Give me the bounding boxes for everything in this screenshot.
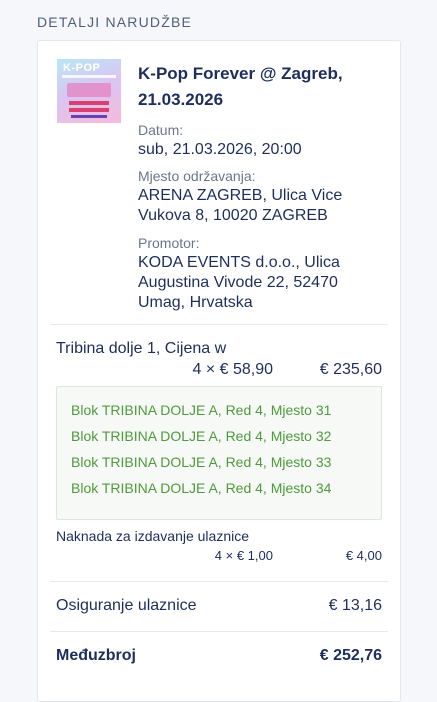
seat-item: Blok TRIBINA DOLJE A, Red 4, Mjesto 31 (71, 402, 332, 418)
event-promoter: Promotor: KODA EVENTS d.o.o., Ulica Augu… (138, 234, 378, 313)
divider (50, 324, 388, 325)
ticket-title: Tribina dolje 1, Cijena w (56, 340, 227, 357)
event-date: Datum: sub, 21.03.2026, 20:00 (138, 121, 378, 160)
fee-quantity-price: 4 × € 1,00 (214, 548, 273, 563)
seat-item: Blok TRIBINA DOLJE A, Red 4, Mjesto 32 (71, 428, 332, 444)
promoter-value: KODA EVENTS d.o.o., Ulica Augustina Vivo… (138, 254, 340, 311)
date-label: Datum: (138, 122, 184, 138)
ticket-quantity-price: 4 × € 58,90 (192, 361, 273, 378)
event-title[interactable]: K-Pop Forever @ Zagreb, 21.03.2026 (138, 61, 378, 113)
thumbnail-text: K-POP (63, 62, 101, 74)
seat-item: Blok TRIBINA DOLJE A, Red 4, Mjesto 34 (71, 480, 332, 496)
date-value: sub, 21.03.2026, 20:00 (138, 141, 302, 158)
order-details-card: K-POP K-Pop Forever @ Zagreb, 21.03.2026… (37, 40, 401, 702)
ticket-amount: € 235,60 (319, 361, 382, 378)
event-thumbnail[interactable]: K-POP (57, 59, 121, 123)
event-venue: Mjesto održavanja: ARENA ZAGREB, Ulica V… (138, 167, 378, 226)
subtotal-label: Međuzbroj (56, 647, 136, 664)
venue-label: Mjesto održavanja: (138, 168, 256, 184)
seat-item: Blok TRIBINA DOLJE A, Red 4, Mjesto 33 (71, 454, 332, 470)
promoter-label: Promotor: (138, 235, 200, 251)
section-title: DETALJI NARUDŽBE (37, 14, 193, 30)
insurance-amount: € 13,16 (328, 597, 382, 614)
insurance-label: Osiguranje ulaznice (56, 597, 197, 614)
seat-list: Blok TRIBINA DOLJE A, Red 4, Mjesto 31 B… (56, 386, 382, 520)
venue-value: ARENA ZAGREB, Ulica Vice Vukova 8, 10020… (138, 187, 343, 224)
subtotal-amount: € 252,76 (319, 647, 382, 664)
fee-title: Naknada za izdavanje ulaznice (56, 528, 250, 544)
divider (50, 581, 388, 582)
divider (50, 631, 388, 632)
fee-amount: € 4,00 (345, 548, 382, 563)
